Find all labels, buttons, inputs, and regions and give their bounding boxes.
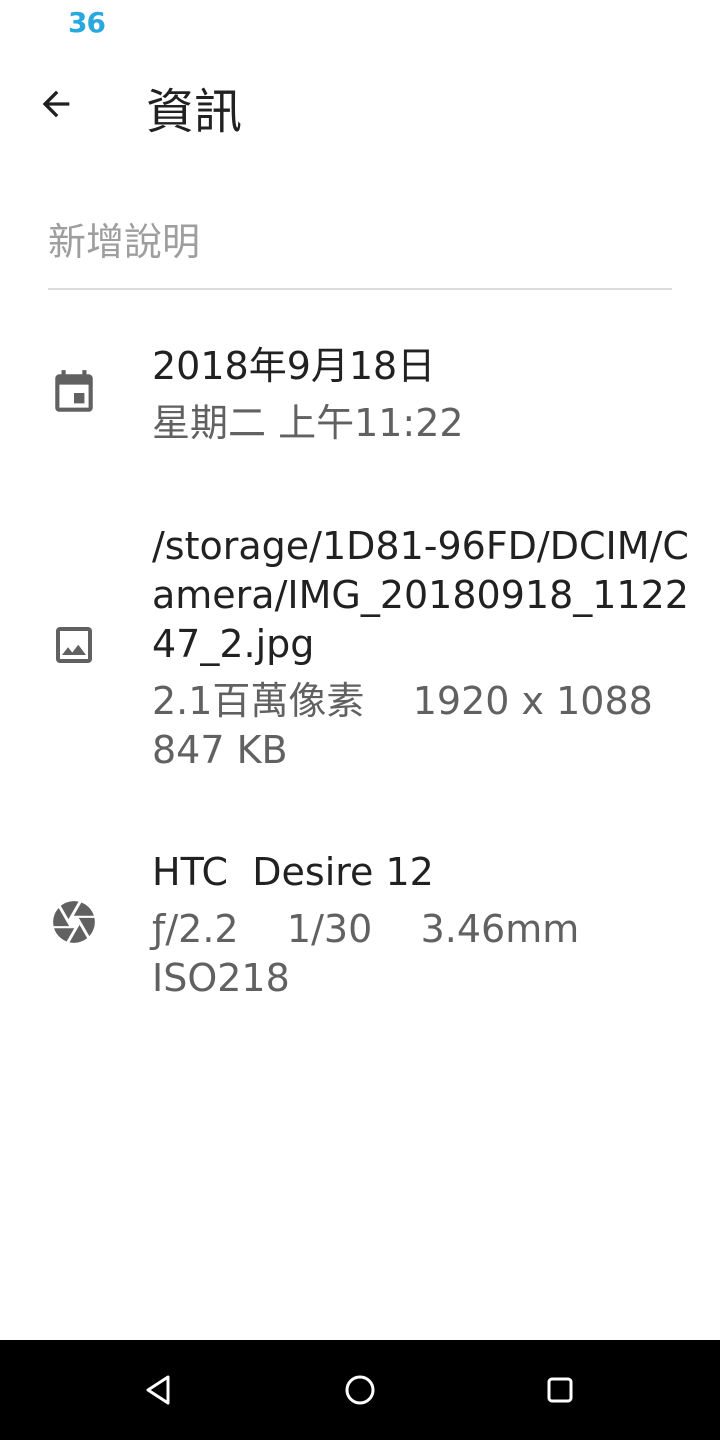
arrow-back-icon bbox=[42, 90, 70, 118]
image-icon bbox=[48, 619, 100, 671]
nav-home-icon bbox=[345, 1375, 375, 1405]
file-text: /storage/1D81-96FD/DCIM/Camera/IMG_20180… bbox=[152, 522, 700, 775]
status-badge: 36 bbox=[68, 6, 106, 39]
date-secondary: 星期二 上午11:22 bbox=[152, 401, 464, 445]
camera-exposure: ƒ/2.2 1/30 3.46mm bbox=[152, 907, 580, 951]
screen: 36 資訊 2018年9月18日 星期二 上午11:22 bbox=[0, 0, 720, 1440]
camera-iso: ISO218 bbox=[152, 956, 290, 1000]
nav-home-button[interactable] bbox=[330, 1360, 390, 1420]
file-specs: 2.1百萬像素 1920 x 1088 bbox=[152, 679, 653, 723]
nav-recents-button[interactable] bbox=[530, 1360, 590, 1420]
camera-row: HTC Desire 12 ƒ/2.2 1/30 3.46mm ISO218 bbox=[0, 846, 720, 1006]
file-path: /storage/1D81-96FD/DCIM/Camera/IMG_20180… bbox=[152, 524, 689, 666]
camera-model: HTC Desire 12 bbox=[152, 850, 434, 894]
description-input[interactable] bbox=[48, 212, 672, 272]
status-bar: 36 bbox=[0, 0, 720, 48]
back-button[interactable] bbox=[28, 76, 84, 132]
date-text: 2018年9月18日 星期二 上午11:22 bbox=[152, 342, 700, 448]
date-row: 2018年9月18日 星期二 上午11:22 bbox=[0, 340, 720, 460]
nav-back-icon bbox=[146, 1375, 170, 1405]
calendar-icon bbox=[48, 367, 100, 419]
description-field[interactable] bbox=[48, 206, 672, 290]
nav-back-button[interactable] bbox=[130, 1360, 190, 1420]
navigation-bar bbox=[0, 1340, 720, 1440]
date-primary: 2018年9月18日 bbox=[152, 344, 436, 388]
camera-aperture-icon bbox=[48, 896, 100, 948]
page-title: 資訊 bbox=[146, 84, 243, 140]
app-bar: 資訊 bbox=[0, 56, 720, 152]
file-size: 847 KB bbox=[152, 728, 288, 772]
file-row: /storage/1D81-96FD/DCIM/Camera/IMG_20180… bbox=[0, 520, 720, 780]
camera-text: HTC Desire 12 ƒ/2.2 1/30 3.46mm ISO218 bbox=[152, 848, 700, 1003]
nav-recents-icon bbox=[547, 1377, 573, 1403]
